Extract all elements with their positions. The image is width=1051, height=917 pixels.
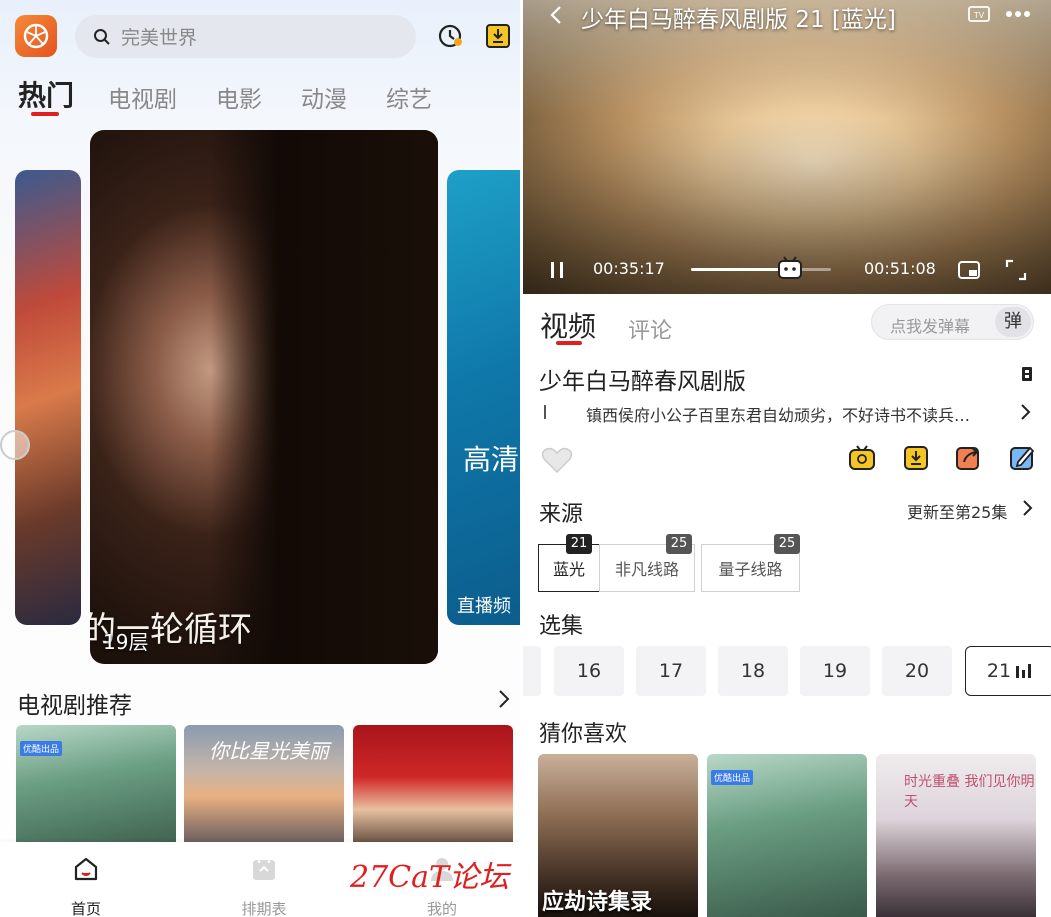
video-frame [523, 0, 1051, 294]
recommend-card-3-title: 时光重叠 我们见你明天 [904, 774, 1035, 810]
share-icon[interactable] [954, 444, 982, 472]
episode-21-current[interactable]: 21 [965, 646, 1051, 696]
download-icon[interactable] [902, 444, 930, 472]
calendar-icon [253, 857, 275, 880]
desc-divider [544, 405, 546, 419]
tab-hot[interactable]: 热门 [18, 74, 74, 114]
detail-tabs: 视频 评论 [540, 305, 704, 345]
episodes-title: 选集 [539, 614, 584, 639]
source-title: 来源 [539, 502, 584, 527]
line-bluray-count: 21 [566, 534, 592, 554]
danmu-placeholder: 点我发弹幕 [890, 317, 971, 336]
banner-next[interactable]: 高清 直播频 [447, 170, 520, 625]
episode-19[interactable]: 19 [800, 646, 870, 696]
tab-video[interactable]: 视频 [540, 305, 596, 345]
heart-icon[interactable] [541, 446, 573, 474]
recommend-card-1[interactable]: 应劫诗集录 [538, 754, 698, 917]
player-title: 少年白马醉春风剧版 21 [蓝光] [581, 7, 896, 33]
tab-comments[interactable]: 评论 [628, 313, 672, 345]
episode-17[interactable]: 17 [636, 646, 706, 696]
home-screen: 完美世界 热门 电视剧 电影 动漫 综艺 高清 直播频 的一轮循环 19层 电视… [0, 0, 520, 917]
banner-next-title: 高清 [463, 443, 520, 476]
line-bluray-label: 蓝光 [552, 560, 585, 579]
tv-thumb-3[interactable] [353, 725, 513, 855]
chevron-right-icon[interactable] [496, 688, 512, 710]
recommend-card-3[interactable]: 时光重叠 我们见你明天 [876, 754, 1036, 917]
search-placeholder: 完美世界 [121, 27, 198, 49]
pip-icon[interactable] [957, 259, 981, 281]
more-icon[interactable] [1004, 4, 1032, 24]
banner-prev[interactable] [15, 170, 81, 625]
recommend-card-2[interactable]: 优酷出品 [707, 754, 867, 917]
tv-thumb-2[interactable]: 你比星光美丽 [184, 725, 344, 855]
youku-badge: 优酷出品 [711, 770, 754, 785]
watermark: 27CaT论坛 [350, 860, 510, 895]
tv-thumb-1[interactable]: 优酷出品 [16, 725, 176, 855]
tv-cast-icon[interactable]: TV [967, 5, 991, 25]
total-time: 00:51:08 [864, 259, 936, 278]
show-title: 少年白马醉春风剧版 [539, 369, 746, 395]
svg-text:TV: TV [974, 11, 985, 20]
progress-knob-icon[interactable] [777, 256, 803, 280]
tab-variety[interactable]: 综艺 [386, 80, 432, 114]
nav-home[interactable]: 首页 [46, 854, 126, 917]
line-quantum-label: 量子线路 [718, 560, 783, 579]
banner-next-caption: 直播频 [457, 596, 511, 617]
danmu-input[interactable]: 点我发弹幕 弹 [871, 304, 1034, 340]
nav-schedule[interactable]: 排期表 [224, 854, 304, 917]
tab-movie[interactable]: 电影 [216, 80, 262, 114]
progress-fill [691, 268, 788, 271]
pause-icon[interactable] [549, 261, 565, 279]
danmu-toggle-button[interactable]: 弹 [995, 307, 1031, 337]
nav-home-label: 首页 [70, 900, 101, 917]
fullscreen-icon[interactable] [1005, 259, 1027, 281]
active-detail-tab-indicator [556, 341, 582, 345]
tv-schedule-icon[interactable] [848, 444, 876, 472]
show-description[interactable]: 镇西侯府小公子百里东君自幼顽劣，不好诗书不读兵… [586, 402, 970, 426]
episode-20[interactable]: 20 [882, 646, 952, 696]
chevron-right-icon[interactable] [1019, 403, 1031, 421]
app-logo[interactable] [15, 15, 57, 57]
playing-bars-icon [1016, 664, 1032, 678]
line-feifan-label: 非凡线路 [614, 560, 679, 579]
tab-anime[interactable]: 动漫 [301, 80, 347, 114]
recommend-title: 猜你喜欢 [539, 722, 628, 747]
category-tabs: 热门 电视剧 电影 动漫 综艺 [18, 74, 471, 114]
download-icon[interactable] [484, 22, 512, 50]
youku-badge: 优酷出品 [20, 741, 63, 756]
progress-bar[interactable] [691, 268, 831, 271]
source-update[interactable]: 更新至第25集 [907, 499, 1007, 523]
search-bar[interactable]: 完美世界 [75, 15, 416, 58]
orange-slice-icon [23, 23, 49, 49]
episode-21-label: 21 [986, 660, 1012, 682]
episode-prev-partial[interactable] [523, 646, 541, 696]
carousel-indicator [0, 430, 30, 460]
nav-schedule-label: 排期表 [241, 900, 287, 917]
video-player[interactable]: 少年白马醉春风剧版 21 [蓝光] TV 00:35:17 00:51:08 [523, 0, 1051, 294]
home-icon [74, 857, 98, 881]
active-tab-indicator [31, 112, 59, 116]
chevron-right-icon[interactable] [1021, 499, 1033, 517]
banner-floor-label: 19层 [103, 630, 149, 654]
search-icon [94, 28, 110, 45]
banner-main[interactable]: 的一轮循环 [90, 130, 438, 664]
recommend-card-1-title: 应劫诗集录 [542, 890, 653, 915]
episode-16[interactable]: 16 [554, 646, 624, 696]
history-icon[interactable] [436, 22, 464, 50]
tv-thumb-2-title: 你比星光美丽 [209, 739, 329, 763]
current-time: 00:35:17 [593, 259, 665, 278]
detail-screen: 少年白马醉春风剧版 21 [蓝光] TV 00:35:17 00:51:08 视… [523, 0, 1051, 917]
edit-icon[interactable] [1008, 444, 1036, 472]
section-title: 电视剧推荐 [17, 693, 132, 719]
info-icon[interactable] [1021, 366, 1033, 382]
back-icon[interactable] [548, 4, 564, 26]
nav-profile-label: 我的 [426, 900, 457, 917]
line-quantum-count: 25 [774, 534, 800, 554]
tab-tv[interactable]: 电视剧 [108, 80, 177, 114]
banner-image [210, 130, 438, 664]
episode-18[interactable]: 18 [718, 646, 788, 696]
line-feifan-count: 25 [666, 534, 692, 554]
